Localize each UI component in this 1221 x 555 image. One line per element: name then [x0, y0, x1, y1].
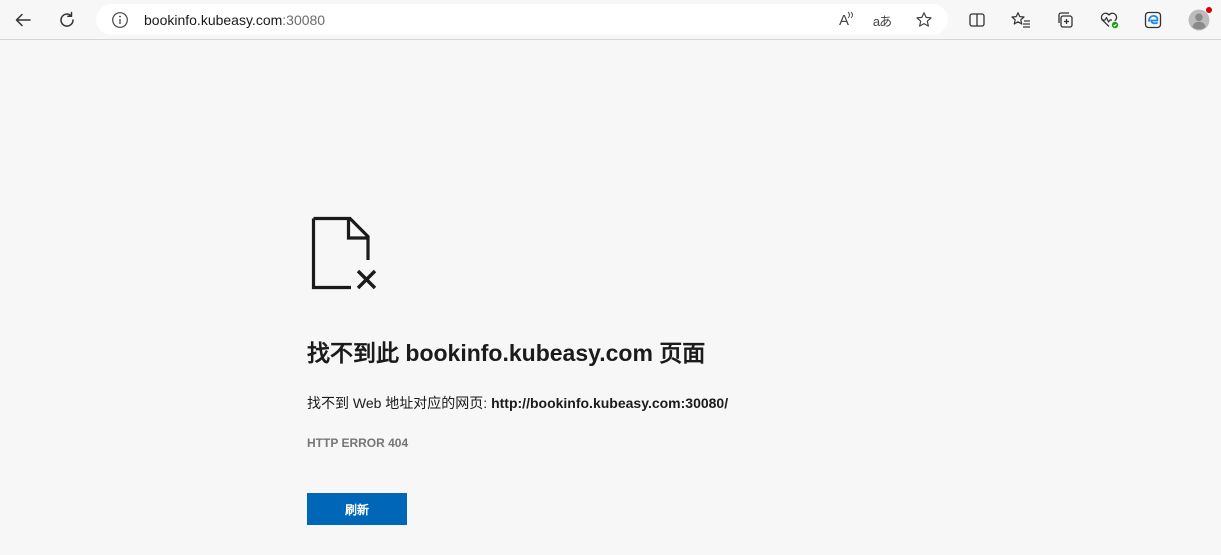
- error-description-url: http://bookinfo.kubeasy.com:30080/: [491, 395, 729, 411]
- translate-icon: aあ: [872, 13, 892, 29]
- browser-toolbar: bookinfo.kubeasy.com:30080 A aあ: [0, 0, 1221, 40]
- notification-dot: [1206, 7, 1212, 13]
- profile-button[interactable]: [1184, 5, 1214, 35]
- collections-icon: [1058, 12, 1073, 28]
- info-icon[interactable]: [111, 11, 129, 29]
- edge-icon: [1144, 11, 1162, 29]
- favorites-button[interactable]: [1006, 5, 1036, 35]
- read-aloud-icon: A: [839, 11, 853, 29]
- address-bar[interactable]: bookinfo.kubeasy.com:30080 A aあ: [96, 4, 948, 35]
- refresh-button[interactable]: [52, 5, 82, 35]
- edge-button[interactable]: [1138, 5, 1168, 35]
- refresh-page-button[interactable]: 刷新: [307, 493, 407, 525]
- star-icon: [916, 12, 932, 27]
- url-port: :30080: [282, 12, 326, 28]
- back-button[interactable]: [8, 5, 38, 35]
- split-screen-button[interactable]: [962, 5, 992, 35]
- browser-essentials-button[interactable]: [1094, 5, 1124, 35]
- translate-button[interactable]: aあ: [872, 10, 892, 30]
- collections-button[interactable]: [1050, 5, 1080, 35]
- split-screen-icon: [969, 13, 985, 27]
- heart-pulse-icon: [1100, 12, 1119, 29]
- url-host: bookinfo.kubeasy.com: [144, 12, 283, 28]
- read-aloud-button[interactable]: A: [834, 10, 854, 30]
- error-description-text: 找不到 Web 地址对应的网页:: [307, 395, 492, 411]
- back-arrow-icon: [15, 13, 31, 27]
- favorite-button[interactable]: [914, 10, 934, 30]
- favorites-list-icon: [1011, 12, 1030, 28]
- refresh-icon: [60, 11, 74, 27]
- error-description: 找不到 Web 地址对应的网页: http://bookinfo.kubeasy…: [307, 394, 728, 412]
- error-code: HTTP ERROR 404: [307, 436, 409, 450]
- error-title: 找不到此 bookinfo.kubeasy.com 页面: [307, 340, 706, 366]
- error-page: 找不到此 bookinfo.kubeasy.com 页面 找不到 Web 地址对…: [0, 40, 1221, 555]
- file-not-found-icon: [311, 216, 377, 290]
- url-text[interactable]: bookinfo.kubeasy.com:30080: [144, 11, 325, 29]
